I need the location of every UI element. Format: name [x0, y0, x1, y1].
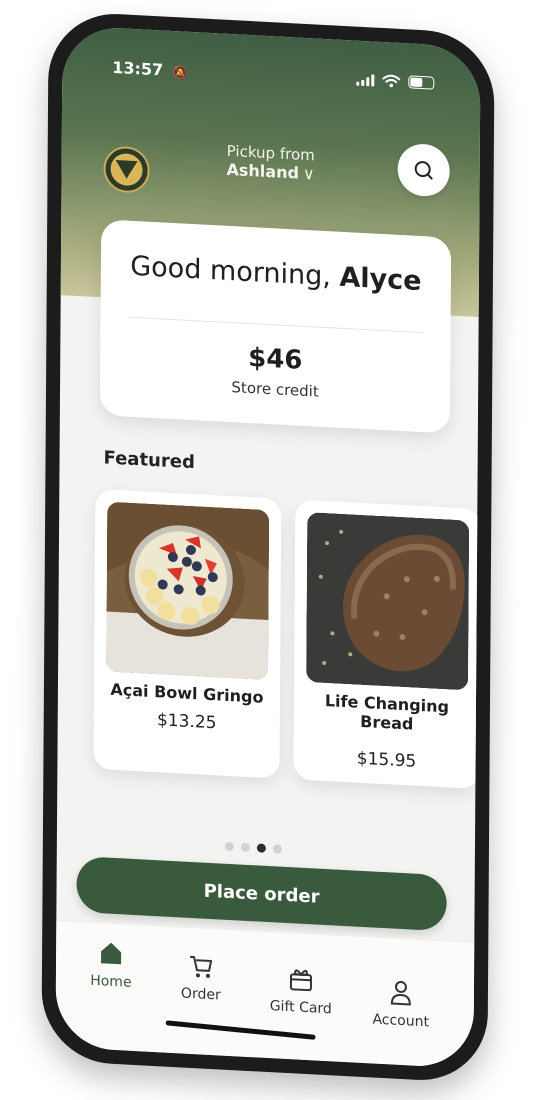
- tab-gift-card[interactable]: Gift Card: [256, 961, 346, 1018]
- tab-label: Home: [90, 972, 132, 991]
- bell-muted-icon: 🔕: [172, 65, 188, 80]
- time-text: 13:57: [112, 57, 164, 80]
- greeting-card: Good morning, Alyce $46 Store credit: [99, 219, 452, 434]
- place-order-button[interactable]: Place order: [76, 855, 447, 932]
- chevron-down-icon: ∨: [302, 163, 315, 184]
- mockup-stage: 13:57 🔕 Pickup from Ashland ∨ Good morni…: [0, 0, 544, 1100]
- user-name: Alyce: [339, 261, 422, 298]
- battery-icon: [408, 75, 435, 90]
- home-icon: [101, 942, 122, 965]
- system-icons: [356, 73, 435, 90]
- featured-item-acai-bowl[interactable]: Açai Bowl Gringo $13.25: [93, 488, 282, 779]
- acai-bowl-image: [106, 501, 270, 681]
- gift-card-icon: [289, 969, 313, 992]
- greeting-text: Good morning, Alyce: [101, 249, 451, 298]
- tab-order[interactable]: Order: [156, 948, 246, 1005]
- greeting-prefix: Good morning,: [130, 250, 340, 293]
- carousel-dot[interactable]: [256, 843, 266, 853]
- tab-account[interactable]: Account: [356, 975, 446, 1032]
- cellular-signal-icon: [356, 73, 375, 87]
- tab-home[interactable]: Home: [66, 935, 156, 992]
- item-name: Life Changing Bread: [324, 690, 450, 734]
- tab-label: Gift Card: [269, 998, 332, 1018]
- featured-carousel[interactable]: Açai Bowl Gringo $13.25 Life Changing Br…: [93, 488, 481, 808]
- divider: [128, 316, 423, 334]
- search-icon: [414, 161, 433, 180]
- bread-image: [306, 512, 470, 691]
- app-screen: 13:57 🔕 Pickup from Ashland ∨ Good morni…: [55, 25, 481, 1069]
- pickup-location-text: Ashland: [226, 159, 300, 183]
- account-icon: [390, 980, 411, 1006]
- carousel-dot[interactable]: [272, 844, 282, 854]
- phone-frame: 13:57 🔕 Pickup from Ashland ∨ Good morni…: [41, 10, 495, 1084]
- tab-label: Account: [372, 1011, 430, 1031]
- featured-heading: Featured: [103, 447, 195, 474]
- carousel-dot[interactable]: [224, 841, 234, 852]
- carousel-dot[interactable]: [240, 842, 250, 853]
- wifi-icon: [382, 74, 401, 88]
- item-name: Açai Bowl Gringo: [110, 679, 264, 707]
- featured-item-life-changing-bread[interactable]: Life Changing Bread $15.95: [293, 499, 481, 790]
- item-price: $15.95: [356, 748, 417, 772]
- cart-icon: [190, 955, 213, 978]
- bottom-tab-bar: Home Order Gift Card Account: [55, 919, 475, 1069]
- home-indicator: [165, 1020, 316, 1040]
- item-price: $13.25: [156, 710, 217, 734]
- status-time: 13:57 🔕: [112, 58, 188, 81]
- carousel-pagination[interactable]: [224, 841, 282, 854]
- tab-label: Order: [180, 985, 221, 1004]
